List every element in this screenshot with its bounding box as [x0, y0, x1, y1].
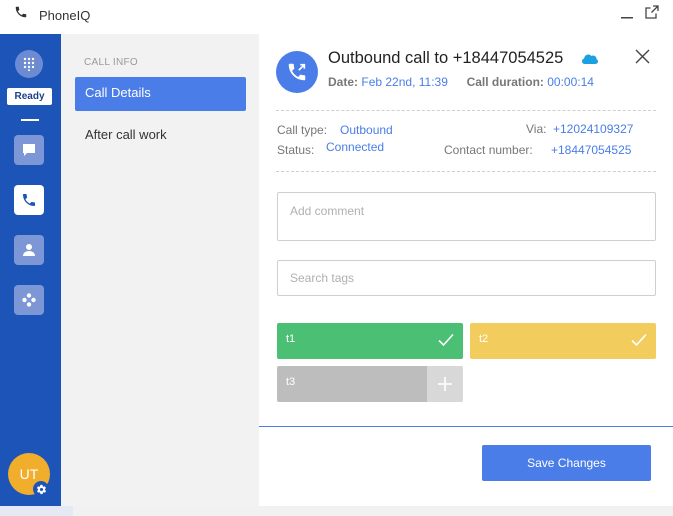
contact-number-label: Contact number: — [444, 143, 533, 157]
nav-item-after-call-work[interactable]: After call work — [75, 119, 246, 153]
plus-icon — [438, 377, 452, 391]
via-label: Via: — [526, 122, 547, 136]
status-value: Connected — [326, 140, 385, 154]
add-tag-button[interactable] — [427, 366, 463, 402]
rail-phone-button[interactable] — [14, 185, 44, 215]
outbound-call-icon — [276, 51, 318, 93]
phone-icon — [15, 6, 27, 18]
rail-divider — [21, 119, 39, 121]
salesforce-cloud-icon[interactable] — [581, 53, 599, 66]
contact-number-value[interactable]: +18447054525 — [551, 143, 631, 157]
dialpad-icon — [23, 57, 35, 71]
app-title: PhoneIQ — [39, 8, 91, 23]
divider — [276, 171, 656, 172]
status-label: Status: — [277, 143, 315, 157]
tag-label: t3 — [286, 376, 296, 388]
check-icon — [631, 333, 647, 347]
save-changes-button[interactable]: Save Changes — [482, 445, 651, 481]
tag-label: t2 — [479, 333, 489, 345]
comment-input[interactable] — [277, 192, 656, 241]
call-meta: Date: Feb 22nd, 11:39 Call duration: 00:… — [328, 75, 594, 89]
date-value: Feb 22nd, 11:39 — [361, 75, 448, 89]
minimize-icon[interactable] — [620, 4, 634, 20]
call-type-value: Outbound — [340, 123, 393, 137]
tag-t3[interactable]: t3 — [277, 366, 427, 402]
tag-label: t1 — [286, 333, 296, 345]
divider — [276, 110, 656, 111]
search-tags-input[interactable] — [277, 260, 656, 296]
date-label: Date: — [328, 75, 359, 89]
check-icon — [438, 333, 454, 347]
popout-icon[interactable] — [645, 5, 659, 19]
close-icon[interactable] — [635, 49, 650, 64]
title-bar: PhoneIQ — [0, 0, 673, 34]
rail-apps-button[interactable] — [14, 285, 44, 315]
settings-gear-icon[interactable] — [33, 481, 49, 497]
status-badge[interactable]: Ready — [7, 88, 52, 105]
call-type-label: Call type: — [277, 123, 328, 137]
bottom-strip — [0, 506, 673, 516]
call-title: Outbound call to +18447054525 — [328, 49, 564, 67]
rail-contacts-button[interactable] — [14, 235, 44, 265]
duration-label: Call duration: — [466, 75, 544, 89]
duration-value: 00:00:14 — [547, 75, 594, 89]
contact-icon — [23, 244, 35, 256]
nav-item-call-details[interactable]: Call Details — [75, 77, 246, 111]
sub-navigation: CALL INFO Call Details After call work — [61, 34, 259, 506]
via-value[interactable]: +12024109327 — [553, 122, 633, 136]
footer-divider — [259, 426, 673, 427]
chat-icon — [23, 144, 35, 156]
left-rail: Ready UT — [0, 34, 61, 506]
phone-icon — [23, 194, 35, 206]
apps-icon — [22, 293, 36, 307]
section-label: CALL INFO — [84, 57, 139, 68]
tag-t1[interactable]: t1 — [277, 323, 463, 359]
rail-chat-button[interactable] — [14, 135, 44, 165]
dialpad-button[interactable] — [15, 50, 43, 78]
tag-t2[interactable]: t2 — [470, 323, 656, 359]
call-details-panel: Outbound call to +18447054525 Date: Feb … — [259, 34, 673, 506]
